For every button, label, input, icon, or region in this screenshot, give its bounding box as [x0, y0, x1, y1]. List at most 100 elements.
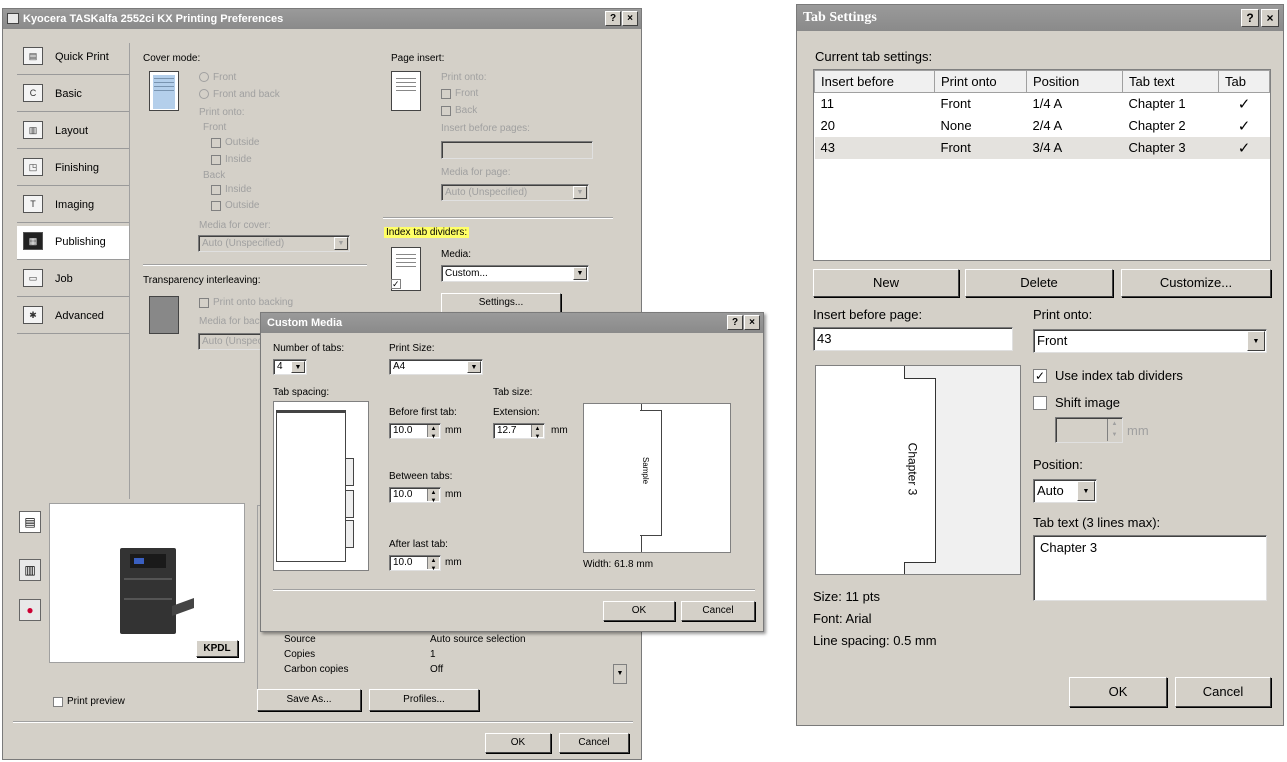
between-tabs-value: 10.0: [393, 489, 413, 500]
cell-print-onto: Front: [940, 96, 971, 112]
close-button[interactable]: ×: [744, 315, 760, 330]
profiles-button[interactable]: Profiles...: [369, 689, 479, 711]
col-print-onto[interactable]: Print onto: [934, 70, 1027, 93]
new-button[interactable]: New: [813, 269, 959, 297]
sidebar-item-advanced[interactable]: ✱ Advanced: [17, 300, 129, 334]
tab-settings-title: Tab Settings: [803, 10, 877, 25]
shift-image-input[interactable]: ▲ ▼: [1055, 417, 1123, 443]
chk-cover-front-inside[interactable]: [211, 155, 221, 165]
print-onto-label: Print onto:: [1033, 307, 1093, 322]
custom-media-titlebar: Custom Media ? ×: [261, 313, 763, 333]
chk-use-index-tab-dividers[interactable]: ✓: [1033, 369, 1047, 383]
help-button[interactable]: ?: [1241, 9, 1259, 27]
chk-shift-image[interactable]: [1033, 396, 1047, 410]
chk-cover-back-outside[interactable]: [211, 201, 221, 211]
help-button[interactable]: ?: [605, 11, 621, 26]
tab-settings-cancel-button[interactable]: Cancel: [1175, 677, 1271, 707]
media-for-page-select[interactable]: Auto (Unspecified) ▼: [441, 184, 589, 201]
tab-size-label: Tab size:: [493, 387, 533, 398]
sidebar-item-layout[interactable]: ▥ Layout: [17, 115, 129, 149]
close-button[interactable]: ×: [622, 11, 638, 26]
insert-before-pages-input[interactable]: [441, 141, 593, 159]
media-for-cover-select[interactable]: Auto (Unspecified) ▼: [198, 235, 350, 252]
tab-preview-text: Chapter 3: [905, 442, 920, 496]
print-onto-select[interactable]: Front ▼: [1033, 329, 1267, 353]
document-icon[interactable]: ▥: [19, 559, 41, 581]
preview-icon[interactable]: ▤: [19, 511, 41, 533]
col-insert-before[interactable]: Insert before: [814, 70, 935, 93]
chk-page-insert-front[interactable]: [441, 89, 451, 99]
shift-image-unit: mm: [1127, 423, 1149, 438]
col-tab-text[interactable]: Tab text: [1122, 70, 1219, 93]
sidebar-item-quick-print[interactable]: ▤ Quick Print: [17, 41, 129, 75]
printer-icon: [7, 13, 19, 24]
chk-print-preview[interactable]: [53, 697, 63, 707]
sidebar-item-basic[interactable]: C Basic: [17, 78, 129, 112]
number-of-tabs-label: Number of tabs:: [273, 343, 345, 354]
delete-button[interactable]: Delete: [965, 269, 1113, 297]
table-row-selected[interactable]: 43 Front 3/4 A Chapter 3 ✓: [814, 136, 1270, 159]
summary-scrollbar[interactable]: ▼: [613, 664, 627, 684]
tab-text-input[interactable]: Chapter 3: [1033, 535, 1267, 601]
chk-cover-front-outside[interactable]: [211, 138, 221, 148]
chk-index-tab-dividers[interactable]: ✓: [391, 279, 401, 289]
spinner-icon[interactable]: ▲ ▼: [427, 557, 439, 570]
spinner-icon[interactable]: ▲ ▼: [427, 425, 439, 438]
sidebar-item-publishing[interactable]: ▦ Publishing: [17, 226, 129, 260]
col-position[interactable]: Position: [1026, 70, 1123, 93]
radio-cover-front-and-back[interactable]: [199, 89, 209, 99]
chk-cover-back-inside[interactable]: [211, 185, 221, 195]
cover-back-group-label: Back: [203, 170, 226, 181]
sidebar-item-finishing[interactable]: ◳ Finishing: [17, 152, 129, 186]
sample-label: Sample: [641, 456, 651, 485]
chk-print-onto-backing[interactable]: [199, 298, 209, 308]
cell-print-onto: None: [940, 118, 972, 133]
chk-page-insert-back[interactable]: [441, 106, 451, 116]
cell-position: 3/4 A: [1032, 140, 1063, 155]
printer-image: [120, 548, 194, 634]
insert-before-page-input[interactable]: 43: [813, 327, 1013, 351]
spinner-icon[interactable]: ▲ ▼: [427, 489, 439, 502]
spinner-icon[interactable]: ▲ ▼: [1107, 419, 1121, 441]
extension-value: 12.7: [497, 425, 517, 436]
summary-key-carbon-copies: Carbon copies: [284, 664, 349, 675]
after-last-tab-input[interactable]: 10.0 ▲ ▼: [389, 555, 441, 571]
use-index-tab-dividers-label: Use index tab dividers: [1055, 368, 1183, 383]
tab-settings-ok-button[interactable]: OK: [1069, 677, 1167, 707]
after-last-tab-label: After last tab:: [389, 539, 448, 550]
custom-media-ok-button[interactable]: OK: [603, 601, 675, 621]
close-button[interactable]: ×: [1261, 9, 1279, 27]
chevron-down-icon: ▼: [291, 361, 305, 373]
number-of-tabs-value: 4: [277, 361, 283, 372]
before-first-tab-input[interactable]: 10.0 ▲ ▼: [389, 423, 441, 439]
bottom-separator: [13, 721, 633, 723]
customize-button[interactable]: Customize...: [1121, 269, 1271, 297]
shift-image-label: Shift image: [1055, 395, 1121, 410]
print-size-select[interactable]: A4 ▼: [389, 359, 483, 375]
checkmark-icon: ✓: [1237, 139, 1251, 157]
index-media-select[interactable]: Custom... ▼: [441, 265, 589, 282]
cancel-button[interactable]: Cancel: [559, 733, 629, 753]
sidebar-item-job[interactable]: ▭ Job: [17, 263, 129, 297]
between-tabs-input[interactable]: 10.0 ▲ ▼: [389, 487, 441, 503]
custom-media-cancel-button[interactable]: Cancel: [681, 601, 755, 621]
radio-cover-front[interactable]: [199, 72, 209, 82]
save-as-button[interactable]: Save As...: [257, 689, 361, 711]
sidebar-item-imaging[interactable]: T Imaging: [17, 189, 129, 223]
table-row[interactable]: 20 None 2/4 A Chapter 2 ✓: [815, 115, 1270, 137]
between-tabs-label: Between tabs:: [389, 471, 453, 482]
number-of-tabs-select[interactable]: 4 ▼: [273, 359, 307, 375]
col-tab[interactable]: Tab: [1218, 70, 1270, 93]
table-row[interactable]: 11 Front 1/4 A Chapter 1 ✓: [815, 93, 1270, 115]
ok-button[interactable]: OK: [485, 733, 551, 753]
spinner-icon[interactable]: ▲ ▼: [531, 425, 543, 438]
summary-value-copies: 1: [430, 649, 436, 660]
cover-front-and-back-label: Front and back: [213, 89, 280, 100]
index-settings-button[interactable]: Settings...: [441, 293, 561, 313]
imaging-icon: T: [23, 195, 43, 213]
current-tab-settings-label: Current tab settings:: [815, 49, 933, 64]
color-icon[interactable]: ●: [19, 599, 41, 621]
position-select[interactable]: Auto ▼: [1033, 479, 1097, 503]
help-button[interactable]: ?: [727, 315, 743, 330]
extension-input[interactable]: 12.7 ▲ ▼: [493, 423, 545, 439]
